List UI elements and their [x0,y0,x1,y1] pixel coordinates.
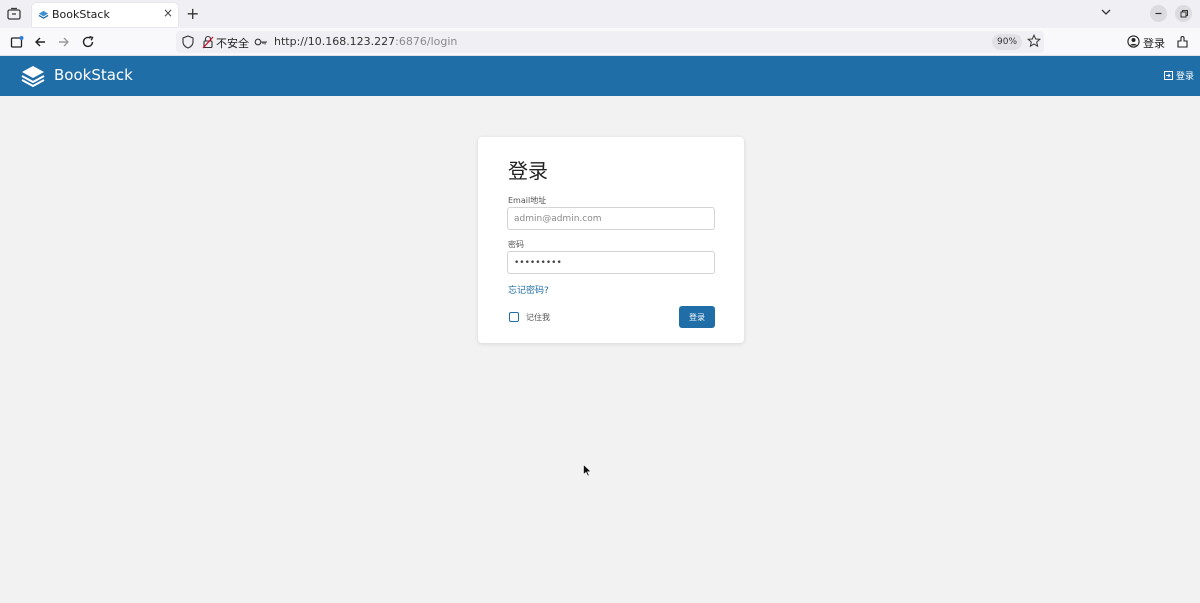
login-submit-button[interactable]: 登录 [679,306,715,328]
account-icon [1127,35,1140,48]
app-header: BookStack 登录 [0,56,1200,96]
tab-list-icon[interactable] [6,6,22,22]
password-label: 密码 [508,240,524,249]
security-label[interactable]: 不安全 [216,35,249,51]
email-input[interactable] [507,207,715,230]
close-icon[interactable]: × [163,6,173,20]
header-login-label: 登录 [1175,72,1194,82]
browser-tab[interactable]: BookStack × [32,3,178,27]
url-host: http://10.168.123.227 [274,35,396,48]
login-card: 登录 Email地址 密码 忘记密码? 记住我 登录 [478,137,744,343]
brand-name[interactable]: BookStack [54,66,133,84]
back-arrow-icon[interactable] [32,34,48,50]
sign-in-label: 登录 [1143,37,1165,50]
bookstack-favicon-icon [38,10,49,19]
insecure-lock-icon[interactable] [202,35,214,49]
mouse-cursor-icon [583,464,592,477]
forward-arrow-icon[interactable] [56,34,72,50]
page-title: 登录 [508,159,548,183]
browser-sign-in-button[interactable]: 登录 [1124,31,1168,53]
bookstack-logo-icon[interactable] [20,64,46,88]
zoom-badge[interactable]: 90% [992,34,1023,50]
restore-button[interactable] [1175,5,1192,22]
shield-icon[interactable] [182,35,194,49]
url-bar[interactable]: 不安全 http://10.168.123.227:6876/login 90% [176,31,1044,53]
browser-tab-bar: BookStack × + [0,0,1200,28]
tab-title: BookStack [52,8,110,21]
reload-icon[interactable] [80,34,96,50]
url-path: :6876/login [395,35,458,48]
forgot-password-link[interactable]: 忘记密码? [508,283,549,296]
new-tab-icon[interactable]: + [186,4,199,23]
header-login-link[interactable]: 登录 [1163,69,1194,82]
minimize-button[interactable] [1150,5,1167,22]
key-icon[interactable] [254,36,268,48]
restore-icon [1180,10,1188,18]
bookmark-star-icon[interactable] [1027,34,1041,48]
remember-me-checkbox[interactable] [509,312,519,322]
extensions-icon[interactable] [1176,35,1190,49]
email-label: Email地址 [508,196,547,205]
remember-me-label[interactable]: 记住我 [526,312,550,323]
password-input[interactable] [507,251,715,274]
sidebar-toggle-icon[interactable] [9,34,25,50]
url-text[interactable]: http://10.168.123.227:6876/login [274,35,457,48]
chevron-down-icon[interactable] [1100,6,1112,18]
minimize-icon [1155,12,1162,15]
login-icon [1163,71,1173,80]
